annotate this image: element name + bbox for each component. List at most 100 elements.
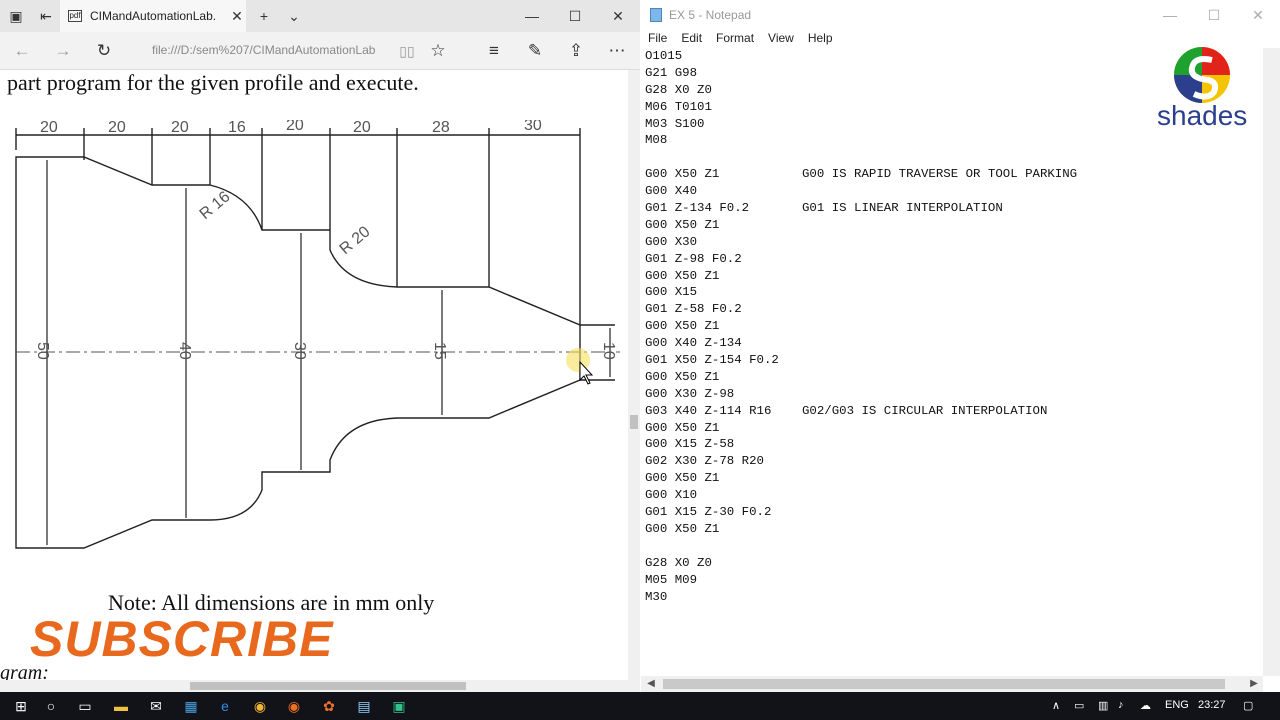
clock[interactable]: 23:27	[1198, 699, 1226, 711]
diameter-label: 40	[176, 342, 193, 360]
notepad-minimize-button[interactable]: —	[1148, 0, 1192, 30]
dim-label: 28	[432, 120, 450, 136]
page-content: part program for the given profile and e…	[0, 70, 628, 680]
app-taskbar-icon[interactable]: ▣	[388, 696, 410, 716]
refresh-icon[interactable]: ↻	[93, 40, 115, 62]
dim-label: 20	[171, 120, 189, 136]
menu-help[interactable]: Help	[801, 30, 840, 48]
scroll-right-arrow-icon[interactable]: ▶	[1246, 676, 1262, 692]
search-icon[interactable]: ○	[40, 696, 62, 716]
more-icon[interactable]: ⋯	[606, 40, 628, 62]
menu-edit[interactable]: Edit	[674, 30, 709, 48]
code-line: G00 X50 Z1	[645, 521, 1265, 538]
web-note-icon[interactable]: ✎	[524, 40, 546, 62]
browser-vertical-scrollbar[interactable]	[628, 70, 640, 680]
tray-chevron-icon[interactable]: ∧	[1052, 699, 1060, 712]
code-line: G01 X50 Z-154 F0.2	[645, 352, 1265, 369]
notepad-taskbar-icon[interactable]: ▤	[353, 696, 375, 716]
notepad-title: EX 5 - Notepad	[669, 8, 752, 22]
network-icon[interactable]: ▥	[1098, 699, 1108, 712]
dim-label: 20	[40, 120, 58, 136]
windows-start-icon[interactable]: ⊞	[10, 696, 32, 716]
code-text: G00 X50 Z1	[645, 420, 720, 435]
store-icon[interactable]: ▦	[180, 696, 202, 716]
battery-icon[interactable]: ▭	[1074, 699, 1084, 712]
code-line: G00 X50 Z1	[645, 217, 1265, 234]
new-tab-icon[interactable]: +	[254, 6, 274, 26]
windows-taskbar: ⊞ ○ ▭ ▬ ✉ ▦ e ◉ ◉ ✿ ▤ ▣ ∧ ▭ ▥ ♪ ☁ ENG 23…	[0, 692, 1280, 720]
subscribe-overlay[interactable]: SUBSCRIBE	[30, 610, 333, 668]
url-field[interactable]: file:///D:/sem%207/CIMandAutomationLab	[152, 43, 387, 57]
notepad-horizontal-scrollbar[interactable]: ◀ ▶	[641, 676, 1263, 692]
dim-label: 16	[228, 120, 246, 136]
hub-icon[interactable]: ≡	[483, 40, 505, 62]
notepad-text-area[interactable]: O1015 G21 G98 G28 X0 Z0 M06 T0101 M03 S100 M0…	[645, 48, 1265, 676]
mail-icon[interactable]: ✉	[145, 696, 167, 716]
action-center-icon[interactable]: ▢	[1243, 699, 1253, 712]
code-text: G00 X40 Z-134	[645, 336, 742, 351]
code-text: G02 X30 Z-78 R20	[645, 454, 764, 469]
code-text: M06 T0101	[645, 99, 712, 114]
scroll-left-arrow-icon[interactable]: ◀	[643, 676, 659, 692]
file-explorer-icon[interactable]: ▬	[110, 696, 132, 716]
code-text: G01 X15 Z-30 F0.2	[645, 505, 772, 520]
code-text: G00 X50 Z1	[645, 217, 720, 232]
language-indicator[interactable]: ENG	[1165, 699, 1189, 711]
code-line: G01 Z-58 F0.2	[645, 301, 1265, 318]
tab-list-icon[interactable]: ▣	[6, 6, 26, 26]
code-text: G01 X50 Z-154 F0.2	[645, 353, 779, 368]
firefox-icon[interactable]: ◉	[283, 696, 305, 716]
browser-horizontal-scrollbar[interactable]	[0, 680, 640, 692]
paint-icon[interactable]: ✿	[318, 696, 340, 716]
logo-text: shades	[1157, 100, 1248, 131]
forward-icon[interactable]: →	[52, 40, 74, 62]
code-line: G00 X30	[645, 234, 1265, 251]
code-text: G00 X15 Z-58	[645, 437, 735, 452]
browser-minimize-button[interactable]: —	[510, 0, 554, 32]
tab-title: CIMandAutomationLab.	[90, 9, 217, 23]
volume-icon[interactable]: ♪	[1118, 699, 1124, 711]
dim-label: 30	[524, 120, 542, 134]
code-line: G00 X50 Z1	[645, 420, 1265, 437]
code-line: G00 X15	[645, 284, 1265, 301]
code-line: G01 X15 Z-30 F0.2	[645, 504, 1265, 521]
notepad-maximize-button[interactable]: ☐	[1192, 0, 1236, 30]
menu-file[interactable]: File	[641, 30, 674, 48]
code-line: G00 X15 Z-58	[645, 436, 1265, 453]
tab-close-icon[interactable]: ✕	[228, 8, 246, 25]
set-aside-tabs-icon[interactable]: ⇤	[36, 6, 56, 26]
back-icon[interactable]: ←	[11, 40, 33, 62]
browser-maximize-button[interactable]: ☐	[553, 0, 597, 32]
favorite-star-icon[interactable]: ☆	[427, 40, 449, 62]
tab-active[interactable]: pdf CIMandAutomationLab. ✕	[60, 0, 246, 32]
scroll-thumb[interactable]	[630, 415, 638, 429]
code-line: G03 X40 Z-114 R16 G02/G03 IS CIRCULAR INT…	[645, 403, 1265, 420]
share-icon[interactable]: ⇪	[565, 40, 587, 62]
code-line: M30	[645, 589, 1265, 606]
menu-view[interactable]: View	[761, 30, 801, 48]
code-text: M03 S100	[645, 116, 705, 131]
code-comment: G02/G03 IS CIRCULAR INTERPOLATION	[802, 403, 1048, 418]
dim-label: 20	[353, 120, 371, 136]
reading-view-icon[interactable]: ▯▯	[396, 40, 418, 62]
onedrive-icon[interactable]: ☁	[1140, 699, 1151, 712]
exercise-heading: part program for the given profile and e…	[7, 70, 419, 95]
radius-label: R 20	[337, 223, 374, 258]
chrome-icon[interactable]: ◉	[249, 696, 271, 716]
code-line: G00 X50 Z1	[645, 268, 1265, 285]
code-text: G01 Z-98 F0.2	[645, 251, 742, 266]
browser-close-button[interactable]: ✕	[596, 0, 640, 32]
scroll-thumb[interactable]	[663, 679, 1225, 689]
task-view-icon[interactable]: ▭	[74, 696, 96, 716]
menu-format[interactable]: Format	[709, 30, 761, 48]
scroll-thumb[interactable]	[190, 682, 466, 690]
edge-icon[interactable]: e	[214, 696, 236, 716]
tab-dropdown-icon[interactable]: ⌄	[284, 6, 304, 26]
notepad-vertical-scrollbar[interactable]	[1263, 48, 1280, 676]
code-line: G01 Z-98 F0.2	[645, 251, 1265, 268]
code-line: G02 X30 Z-78 R20	[645, 453, 1265, 470]
code-text: G00 X50 Z1	[645, 319, 720, 334]
notepad-close-button[interactable]: ✕	[1236, 0, 1280, 30]
code-line: G00 X40	[645, 183, 1265, 200]
